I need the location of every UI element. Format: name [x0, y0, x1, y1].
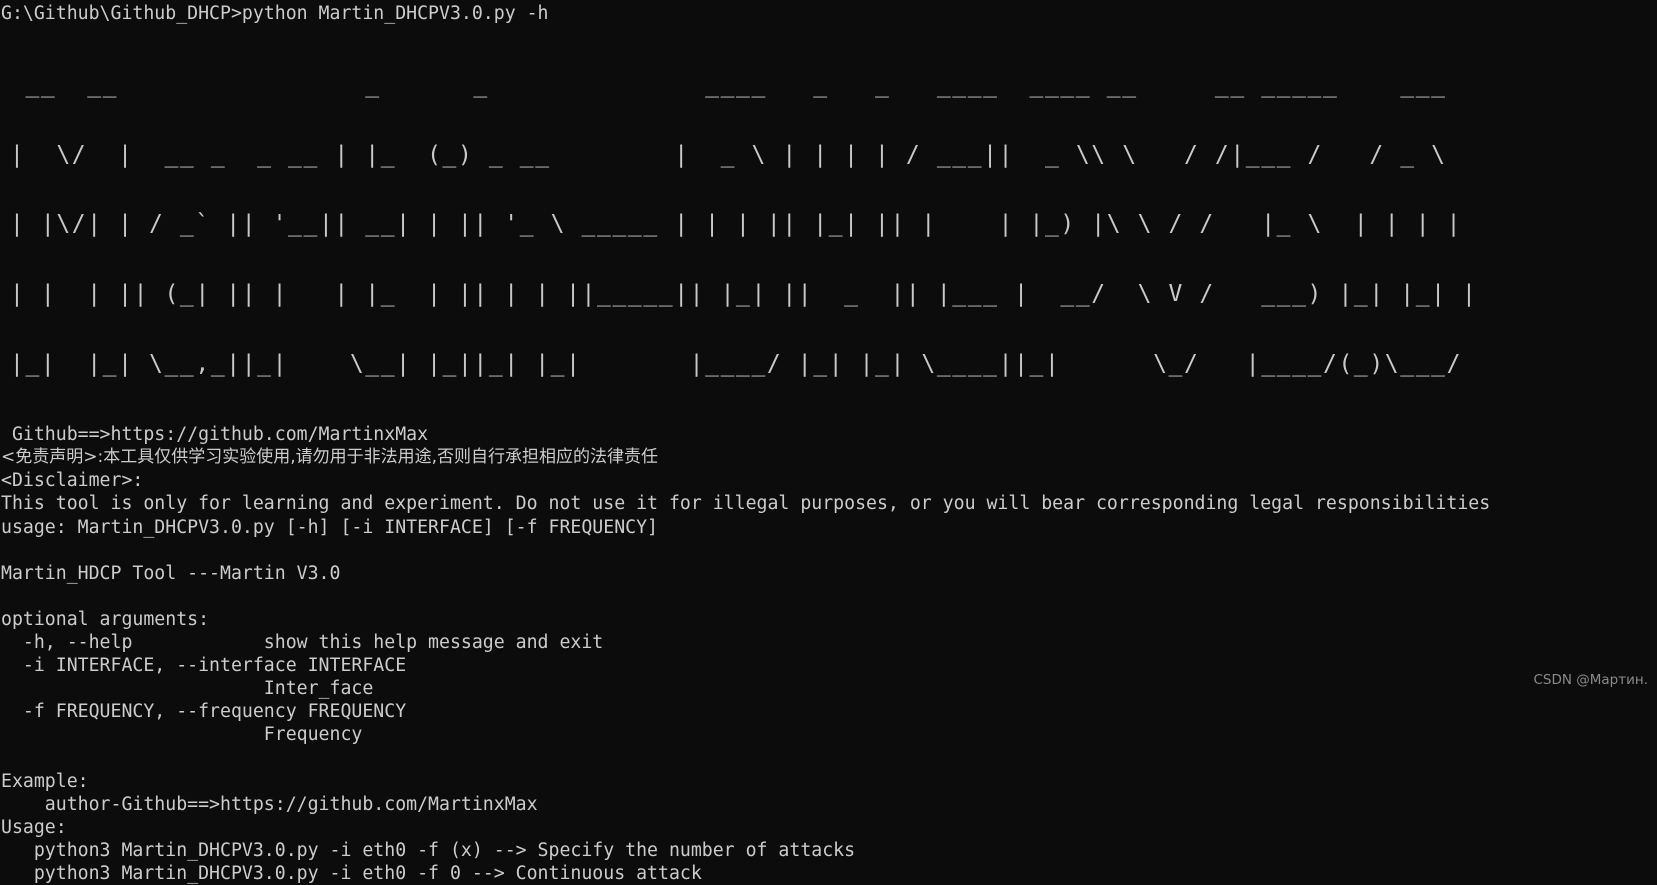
- prompt-command-line: G:\Github\Github_DHCP>python Martin_DHCP…: [1, 3, 549, 24]
- option-frequency-description: Frequency: [1, 724, 363, 746]
- banner-row: | \/ | __ _ _ __ | |_ (_) _ __ | _ \ | |…: [10, 141, 1463, 168]
- example-author-line: author-Github==>https://github.com/Marti…: [1, 793, 538, 815]
- banner-row: |_| |_| \__,_||_| \__| |_||_| |_| |____/…: [10, 351, 1478, 378]
- usage-command-specify-attacks: python3 Martin_DHCPV3.0.py -i eth0 -f (x…: [1, 839, 856, 861]
- option-interface-description: Inter_face: [1, 678, 374, 700]
- disclaimer-english-line: This tool is only for learning and exper…: [1, 493, 1491, 515]
- option-help-row: -h, --help show this help message and ex…: [1, 631, 604, 653]
- csdn-watermark: CSDN @Мартин.: [1533, 672, 1648, 688]
- banner-row: __ __ _ _ ____ _ _ ____ ____ __ __ _____…: [10, 71, 1478, 98]
- usage-summary-line: usage: Martin_DHCPV3.0.py [-h] [-i INTER…: [1, 516, 658, 538]
- disclaimer-english-label: <Disclaimer>:: [1, 470, 144, 492]
- banner-row: | |\/| | / _` || '__|| __| | || '_ \ ___…: [10, 211, 1463, 238]
- tool-title-line: Martin_HDCP Tool ---Martin V3.0: [1, 562, 341, 584]
- usage-command-continuous-attack: python3 Martin_DHCPV3.0.py -i eth0 -f 0 …: [1, 862, 702, 884]
- terminal-window[interactable]: G:\Github\Github_DHCP>python Martin_DHCP…: [0, 0, 1657, 884]
- github-link-line: Github==>https://github.com/MartinxMax: [1, 424, 429, 446]
- example-header: Example:: [1, 770, 89, 792]
- optional-arguments-header: optional arguments:: [1, 608, 210, 630]
- usage-header: Usage:: [1, 816, 67, 838]
- option-interface-row: -i INTERFACE, --interface INTERFACE: [1, 655, 407, 677]
- ascii-art-banner: __ __ _ _ ____ _ _ ____ ____ __ __ _____…: [0, 27, 1657, 423]
- option-frequency-row: -f FREQUENCY, --frequency FREQUENCY: [1, 701, 407, 723]
- banner-row: | | | || (_| || | | |_ | || | | ||_____|…: [10, 281, 1478, 308]
- disclaimer-chinese-line: <免责声明>:本工具仅供学习实验使用,请勿用于非法用途,否则自行承担相应的法律责…: [1, 447, 659, 468]
